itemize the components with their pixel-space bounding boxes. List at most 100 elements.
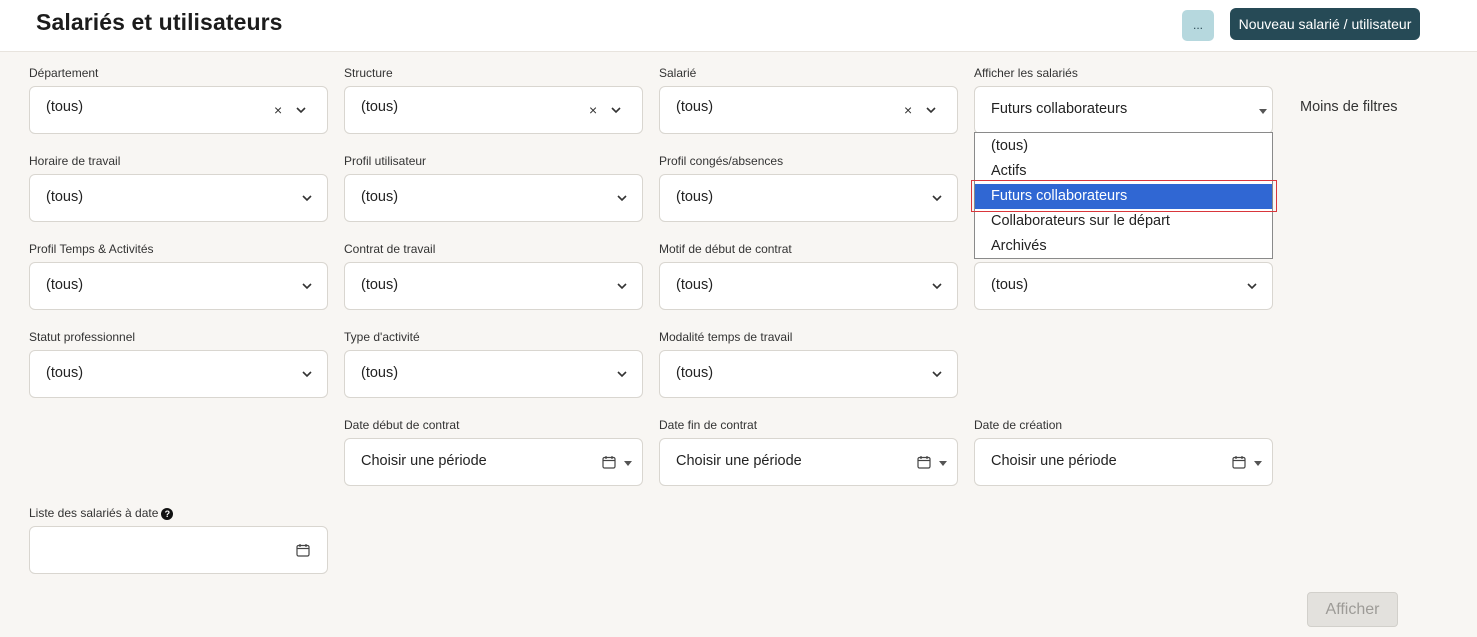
select-value: (tous) — [361, 365, 399, 381]
select-value: (tous) — [46, 189, 84, 205]
profil-temps-select[interactable]: (tous) — [29, 262, 328, 310]
horaire-select[interactable]: (tous) — [29, 174, 328, 222]
field-label: Horaire de travail — [29, 154, 121, 168]
filter-structure: Structure (tous) × — [344, 66, 643, 134]
date-creation-picker[interactable]: Choisir une période — [974, 438, 1273, 486]
chevron-down-icon — [617, 195, 627, 202]
caret-down-icon — [1254, 461, 1262, 466]
field-label: Département — [29, 66, 99, 80]
calendar-icon — [602, 456, 616, 469]
filter-statut: Statut professionnel (tous) — [29, 330, 328, 398]
afficher-button[interactable]: Afficher — [1307, 592, 1398, 627]
field-label: Motif de début de contrat — [659, 242, 792, 256]
select-value: (tous) — [46, 277, 84, 293]
filter-liste-a-date: Liste des salariés à date? — [29, 506, 328, 574]
chevron-down-icon — [296, 107, 306, 114]
field-label: Liste des salariés à date? — [29, 506, 328, 526]
dropdown-option-tous[interactable]: (tous) — [975, 134, 1272, 159]
field-label: Afficher les salariés — [974, 66, 1078, 80]
modalite-select[interactable]: (tous) — [659, 350, 958, 398]
calendar-icon — [917, 456, 931, 469]
select-value: (tous) — [676, 365, 714, 381]
filter-departement: Département (tous) × — [29, 66, 328, 134]
caret-down-icon — [939, 461, 947, 466]
motif-debut-select[interactable]: (tous) — [659, 262, 958, 310]
chevron-down-icon — [611, 107, 621, 114]
liste-a-date-label: Liste des salariés à date — [29, 506, 159, 520]
dropdown-option-archives[interactable]: Archivés — [975, 234, 1272, 259]
profil-utilisateur-select[interactable]: (tous) — [344, 174, 643, 222]
field-label: Structure — [344, 66, 393, 80]
field-label: Date de création — [974, 418, 1063, 432]
select-value: (tous) — [361, 99, 399, 115]
departement-select[interactable]: (tous) × — [29, 86, 328, 134]
field-label: Date début de contrat — [344, 418, 460, 432]
chevron-down-icon — [302, 371, 312, 378]
select-value: (tous) — [676, 189, 714, 205]
filter-contrat: Contrat de travail (tous) — [344, 242, 643, 310]
calendar-icon — [1232, 456, 1246, 469]
top-bar: Salariés et utilisateurs ... Nouveau sal… — [0, 0, 1477, 52]
chevron-down-icon — [932, 371, 942, 378]
date-placeholder: Choisir une période — [361, 453, 487, 469]
filter-motif-debut: Motif de début de contrat (tous) — [659, 242, 958, 310]
caret-down-icon — [624, 461, 632, 466]
field-label: Date fin de contrat — [659, 418, 758, 432]
chevron-down-icon — [932, 283, 942, 290]
clear-icon[interactable]: × — [274, 102, 282, 118]
field-label: Salarié — [659, 66, 697, 80]
dropdown-option-depart[interactable]: Collaborateurs sur le départ — [975, 209, 1272, 234]
field-label: Statut professionnel — [29, 330, 136, 344]
caret-down-icon — [1259, 109, 1267, 114]
chevron-down-icon — [617, 283, 627, 290]
field-label: Profil congés/absences — [659, 154, 784, 168]
field-label: Profil Temps & Activités — [29, 242, 154, 256]
filter-afficher-salaries: Afficher les salariés Futurs collaborate… — [974, 66, 1273, 134]
date-fin-picker[interactable]: Choisir une période — [659, 438, 958, 486]
statut-select[interactable]: (tous) — [29, 350, 328, 398]
dropdown-option-actifs[interactable]: Actifs — [975, 159, 1272, 184]
dropdown-option-futurs-collaborateurs[interactable]: Futurs collaborateurs — [975, 184, 1272, 209]
salarie-select[interactable]: (tous) × — [659, 86, 958, 134]
filter-salarie: Salarié (tous) × — [659, 66, 958, 134]
filter-profil-utilisateur: Profil utilisateur (tous) — [344, 154, 643, 222]
calendar-icon — [296, 544, 310, 557]
afficher-salaries-dropdown: (tous) Actifs Futurs collaborateurs Coll… — [974, 132, 1273, 259]
filter-date-fin: Date fin de contrat Choisir une période — [659, 418, 958, 486]
filter-date-debut: Date début de contrat Choisir une périod… — [344, 418, 643, 486]
chevron-down-icon — [926, 107, 936, 114]
select-value: (tous) — [46, 99, 84, 115]
select-value: (tous) — [361, 189, 399, 205]
contrat-select[interactable]: (tous) — [344, 262, 643, 310]
hidden-filter-select[interactable]: (tous) — [974, 262, 1273, 310]
afficher-salaries-select[interactable]: Futurs collaborateurs — [974, 86, 1273, 134]
date-placeholder: Choisir une période — [991, 453, 1117, 469]
filter-modalite: Modalité temps de travail (tous) — [659, 330, 958, 398]
filter-horaire: Horaire de travail (tous) — [29, 154, 328, 222]
clear-icon[interactable]: × — [904, 102, 912, 118]
date-debut-picker[interactable]: Choisir une période — [344, 438, 643, 486]
liste-a-date-picker[interactable] — [29, 526, 328, 574]
select-value: Futurs collaborateurs — [991, 101, 1128, 117]
chevron-down-icon — [302, 195, 312, 202]
select-value: (tous) — [991, 277, 1029, 293]
new-employee-button[interactable]: Nouveau salarié / utilisateur — [1230, 8, 1420, 40]
help-icon[interactable]: ? — [161, 508, 174, 520]
type-activite-select[interactable]: (tous) — [344, 350, 643, 398]
chevron-down-icon — [302, 283, 312, 290]
select-value: (tous) — [46, 365, 84, 381]
chevron-down-icon — [932, 195, 942, 202]
clear-icon[interactable]: × — [589, 102, 597, 118]
field-label: Profil utilisateur — [344, 154, 427, 168]
filter-profil-conges: Profil congés/absences (tous) — [659, 154, 958, 222]
field-label: Type d'activité — [344, 330, 420, 344]
date-placeholder: Choisir une période — [676, 453, 802, 469]
less-filters-link[interactable]: Moins de filtres — [1300, 99, 1398, 115]
more-options-button[interactable]: ... — [1182, 10, 1214, 41]
filter-date-creation: Date de création Choisir une période — [974, 418, 1273, 486]
select-value: (tous) — [676, 99, 714, 115]
select-value: (tous) — [676, 277, 714, 293]
structure-select[interactable]: (tous) × — [344, 86, 643, 134]
profil-conges-select[interactable]: (tous) — [659, 174, 958, 222]
field-label: Contrat de travail — [344, 242, 436, 256]
